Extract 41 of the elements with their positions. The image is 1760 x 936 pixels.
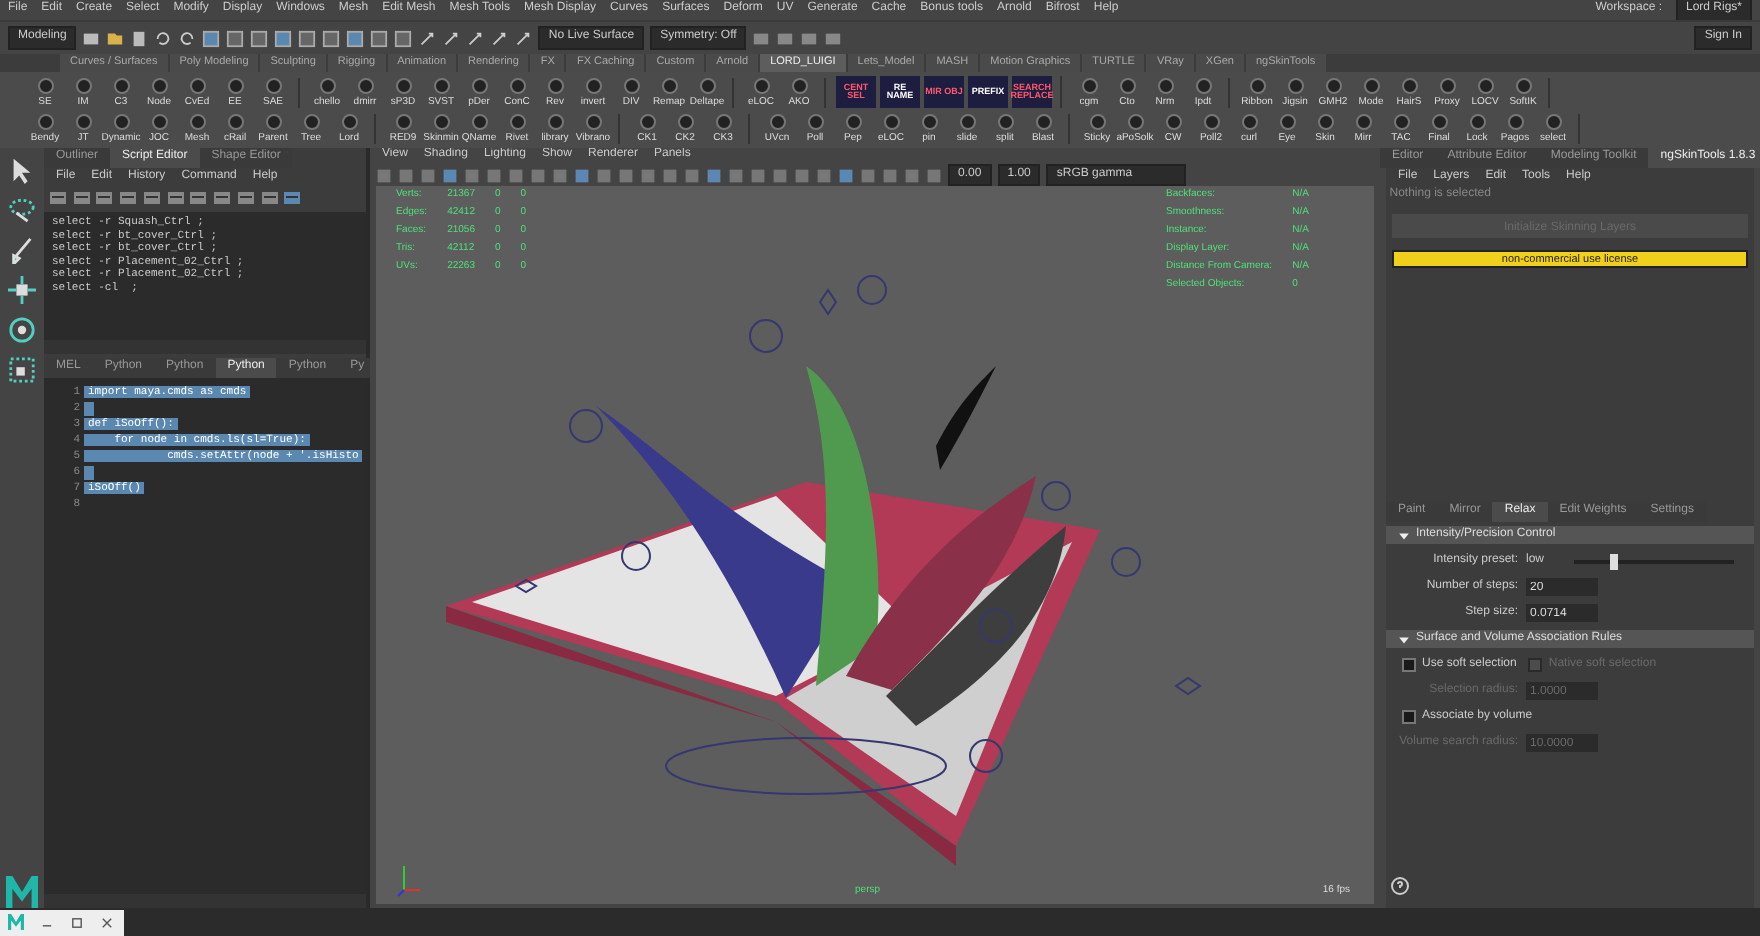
redo-icon[interactable] bbox=[178, 29, 197, 47]
close-icon[interactable] bbox=[100, 915, 114, 929]
script-tool-icon[interactable] bbox=[188, 188, 209, 208]
move-tool-icon[interactable] bbox=[8, 276, 36, 304]
script-tool-icon[interactable] bbox=[94, 188, 115, 208]
checkbox[interactable] bbox=[1402, 658, 1416, 672]
save-icon[interactable] bbox=[130, 29, 149, 47]
script-tool-icon[interactable] bbox=[71, 188, 91, 208]
script-tool-icon[interactable] bbox=[47, 188, 68, 208]
rotate-tool-icon[interactable] bbox=[8, 316, 36, 344]
script-tool-icon[interactable] bbox=[212, 188, 232, 208]
snap-icon[interactable] bbox=[514, 29, 533, 47]
maya-logo-icon[interactable] bbox=[8, 914, 24, 930]
script-tool-icon[interactable] bbox=[141, 188, 162, 208]
open-folder-icon[interactable] bbox=[106, 29, 125, 47]
undo-icon[interactable] bbox=[154, 29, 173, 47]
script-tool-icon[interactable] bbox=[282, 188, 303, 208]
help-icon[interactable] bbox=[1389, 876, 1410, 896]
scale-tool-icon[interactable] bbox=[8, 356, 36, 384]
script-tool-icon[interactable] bbox=[235, 188, 256, 208]
expanded-arrow-icon[interactable] bbox=[1398, 529, 1410, 541]
maximize-icon[interactable] bbox=[70, 915, 84, 929]
checkbox[interactable] bbox=[1402, 710, 1416, 724]
scrollbar[interactable] bbox=[44, 894, 366, 908]
taskbar-window[interactable] bbox=[0, 909, 124, 935]
maya-logo-icon bbox=[6, 876, 38, 908]
lasso-icon[interactable] bbox=[8, 196, 36, 224]
snap-icon[interactable] bbox=[418, 29, 437, 47]
slider-thumb[interactable] bbox=[1610, 553, 1619, 569]
axis-icon bbox=[397, 865, 421, 897]
scrollbar[interactable] bbox=[44, 340, 366, 354]
script-tool-icon[interactable] bbox=[259, 188, 279, 208]
script-tool-icon[interactable] bbox=[118, 188, 138, 208]
snap-icon[interactable] bbox=[490, 29, 509, 47]
snap-icon[interactable] bbox=[442, 29, 461, 47]
script-tool-icon[interactable] bbox=[165, 188, 185, 208]
new-scene-icon[interactable] bbox=[82, 29, 101, 47]
select-arrow-icon[interactable] bbox=[8, 156, 36, 184]
expanded-arrow-icon[interactable] bbox=[1398, 633, 1410, 645]
snap-icon[interactable] bbox=[466, 29, 485, 47]
control-curve-drawing[interactable] bbox=[514, 275, 1202, 795]
